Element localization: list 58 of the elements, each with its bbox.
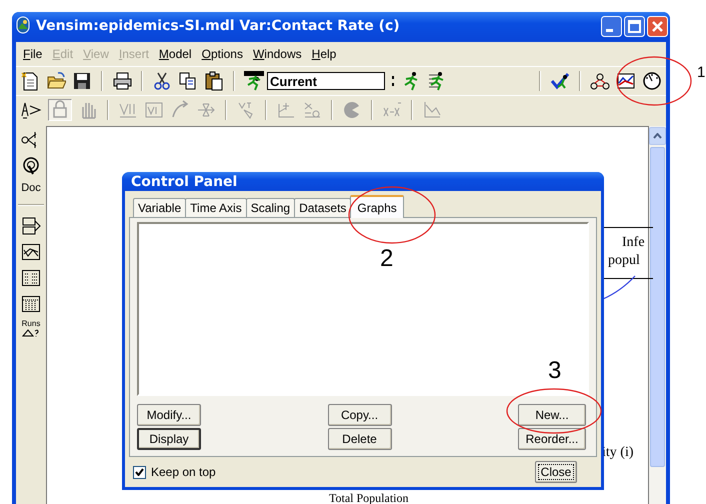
dots-icon [391,74,395,88]
run-name-field[interactable]: Current [267,72,385,90]
table-icon[interactable] [21,268,41,288]
dialog-button[interactable]: Reorder... [518,428,586,450]
open-folder-icon[interactable] [46,71,66,91]
triangle-icon [22,328,40,337]
dialog-button[interactable]: Delete [328,428,392,450]
grid-table-icon[interactable] [21,294,41,314]
scissors-icon[interactable] [152,71,172,91]
window-title: Vensim:epidemics-SI.mdl Var:Contact Rate (c) [36,18,401,34]
dialog-button[interactable]: Display [137,428,201,450]
globe-icon[interactable] [21,156,41,176]
menu-item[interactable]: Model [154,47,197,61]
document-tool[interactable]: Doc [21,182,41,194]
vertical-scrollbar[interactable] [649,126,666,504]
paste-icon[interactable] [204,71,224,91]
scroll-up-icon[interactable] [653,133,662,139]
dial-icon[interactable] [642,71,662,91]
network-icon[interactable] [590,71,610,91]
copy-icon[interactable] [178,71,198,91]
step-number: 3 [548,358,562,384]
minimize-button[interactable] [601,16,622,36]
menu-item[interactable]: File [18,47,48,61]
close-icon[interactable] [647,16,668,36]
checkmark-runner-icon[interactable] [550,71,570,91]
checkbox-label: Keep on top [151,465,216,479]
tab[interactable]: Scaling [246,198,296,217]
dialog-button[interactable]: Copy... [328,404,392,426]
maximize-button[interactable] [624,16,645,36]
graphs-tool-icon[interactable] [21,216,41,236]
dialog-button[interactable]: New... [518,404,586,426]
tab[interactable]: Graphs [350,195,404,218]
graph-icon[interactable] [616,71,636,91]
graph-tool-icon[interactable] [21,242,41,262]
variable-name: popul [608,252,640,270]
printer-icon[interactable] [112,71,132,91]
close-button[interactable]: Close [535,461,577,483]
tab[interactable]: Variable [133,198,186,217]
dialog-button[interactable]: Modify... [137,404,201,426]
tab[interactable]: Datasets [294,198,352,217]
step-number: 2 [380,246,394,272]
graphs-list[interactable] [137,222,589,396]
menu-item[interactable]: Windows [248,47,307,61]
lock-icon[interactable] [48,99,72,121]
save-icon[interactable] [72,71,92,91]
input-output-icon[interactable] [276,100,296,120]
runner-icon[interactable] [244,71,264,91]
app-icon [16,16,30,34]
new-document-icon[interactable] [20,71,40,91]
runs-compare-tool[interactable]: Runs [22,320,40,328]
dialog-title: Control Panel [131,174,238,190]
menu-item[interactable]: Options [196,47,248,61]
step-number: 1 [697,63,706,83]
checkmark-icon [135,468,144,476]
keep-on-top-checkbox[interactable] [133,466,146,478]
tab[interactable]: Time Axis [185,198,247,217]
variable-name: Infe [622,234,645,252]
menu-item[interactable]: Help [306,47,342,61]
